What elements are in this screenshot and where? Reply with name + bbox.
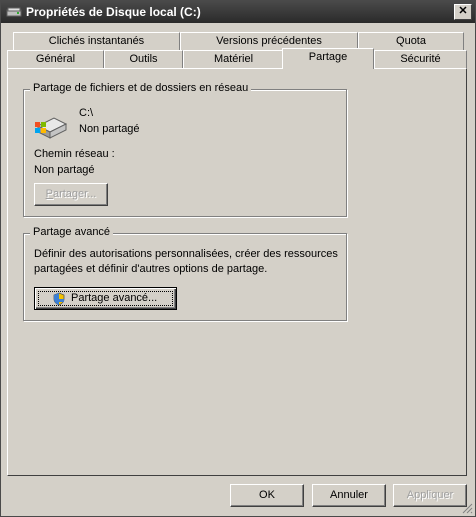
advanced-sharing-group: Partage avancé Définir des autorisations…	[23, 226, 347, 321]
tab-label: Versions précédentes	[216, 35, 322, 47]
shield-icon	[53, 292, 65, 306]
sharing-status: Non partagé	[79, 123, 140, 135]
network-sharing-group: Partage de fichiers et de dossiers en ré…	[23, 82, 347, 217]
network-path-label: Chemin réseau :	[34, 148, 115, 160]
ok-button-label: OK	[259, 489, 275, 501]
apply-button-label: Appliquer	[406, 489, 454, 501]
resize-grip-icon[interactable]	[461, 502, 473, 514]
advanced-sharing-button[interactable]: Partage avancé...	[34, 287, 177, 310]
tab-cliches-instantanes[interactable]: Clichés instantanés	[13, 32, 180, 50]
group-legend: Partage avancé	[30, 226, 114, 238]
title-bar[interactable]: Propriétés de Disque local (C:) ✕	[1, 1, 475, 23]
cancel-button-label: Annuler	[330, 489, 368, 501]
drive-name: C:\	[79, 107, 94, 119]
tab-label: Outils	[129, 53, 158, 65]
window-title: Propriétés de Disque local (C:)	[26, 5, 201, 19]
share-button[interactable]: Partager...	[34, 183, 108, 206]
apply-button[interactable]: Appliquer	[393, 484, 467, 507]
advanced-description-line2: partagées et définir d'autres options de…	[34, 263, 268, 275]
tab-label: Matériel	[213, 53, 254, 65]
drive-share-icon	[35, 117, 68, 139]
tab-label: Général	[35, 53, 76, 65]
tab-outils[interactable]: Outils	[104, 50, 183, 68]
network-path-value: Non partagé	[34, 164, 95, 176]
tab-general[interactable]: Général	[7, 50, 104, 68]
tab-label: Partage	[308, 51, 348, 63]
close-button[interactable]: ✕	[454, 4, 472, 20]
ok-button[interactable]: OK	[230, 484, 304, 507]
drive-icon	[6, 7, 22, 17]
tab-label: Clichés instantanés	[48, 35, 145, 47]
share-button-mnemonic: P	[45, 188, 53, 200]
cancel-button[interactable]: Annuler	[312, 484, 386, 507]
properties-dialog: Propriétés de Disque local (C:) ✕ Cliché…	[0, 0, 476, 517]
tab-label: Sécurité	[400, 53, 441, 65]
tab-materiel[interactable]: Matériel	[183, 50, 284, 68]
share-button-label: artager...	[52, 188, 97, 200]
tab-panel-partage: Partage de fichiers et de dossiers en ré…	[7, 68, 467, 476]
group-legend: Partage de fichiers et de dossiers en ré…	[30, 82, 252, 94]
tab-label: Quota	[396, 35, 426, 47]
advanced-description-line1: Définir des autorisations personnalisées…	[34, 248, 338, 260]
advanced-sharing-button-label: Partage avancé...	[71, 292, 158, 304]
tab-partage[interactable]: Partage	[282, 48, 374, 69]
tab-securite[interactable]: Sécurité	[374, 50, 467, 68]
